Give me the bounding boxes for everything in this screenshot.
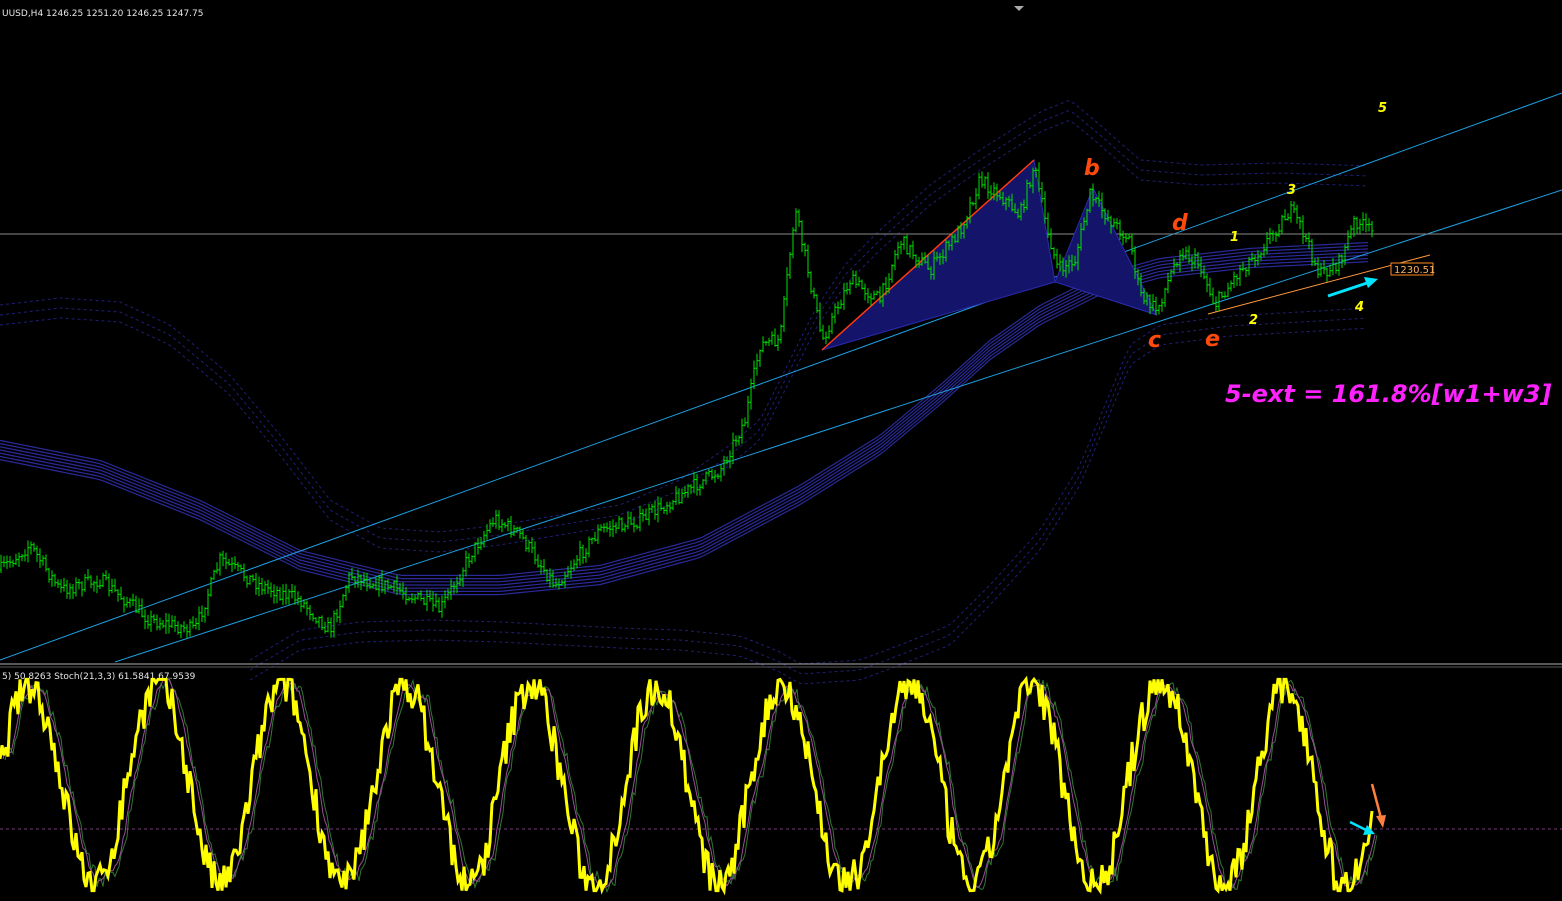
wave-label-5: 5: [1378, 101, 1387, 116]
price-tag: 1230.51: [1390, 262, 1435, 276]
chart-background: [0, 0, 1562, 901]
candle-tick: [230, 563, 234, 565]
symbol-ohlc-header: UUSD,H4 1246.25 1251.20 1246.25 1247.75: [2, 9, 204, 19]
price-tag-label: 1230.51: [1394, 265, 1435, 276]
extension-annotation: 5-ext = 161.8%[w1+w3]: [1225, 380, 1551, 408]
wave-label-1: 1: [1230, 230, 1239, 245]
candle-tick: [1241, 268, 1245, 270]
wave-label-e: e: [1205, 327, 1220, 352]
wave-label-d: d: [1172, 211, 1188, 236]
wave-label-c: c: [1148, 328, 1161, 353]
candle-tick: [8, 561, 12, 563]
candle-tick: [410, 598, 414, 600]
candle-tick: [1271, 233, 1275, 235]
wave-label-b: b: [1084, 156, 1100, 181]
wave-label-3: 3: [1287, 183, 1296, 198]
wave-label-2: 2: [1249, 313, 1258, 328]
candle-tick: [836, 306, 840, 309]
wave-label-4: 4: [1354, 300, 1364, 315]
price-chart[interactable]: 1230.51 b c d e 1 2 3 4 5 5-ext = 161.8%…: [0, 0, 1562, 901]
